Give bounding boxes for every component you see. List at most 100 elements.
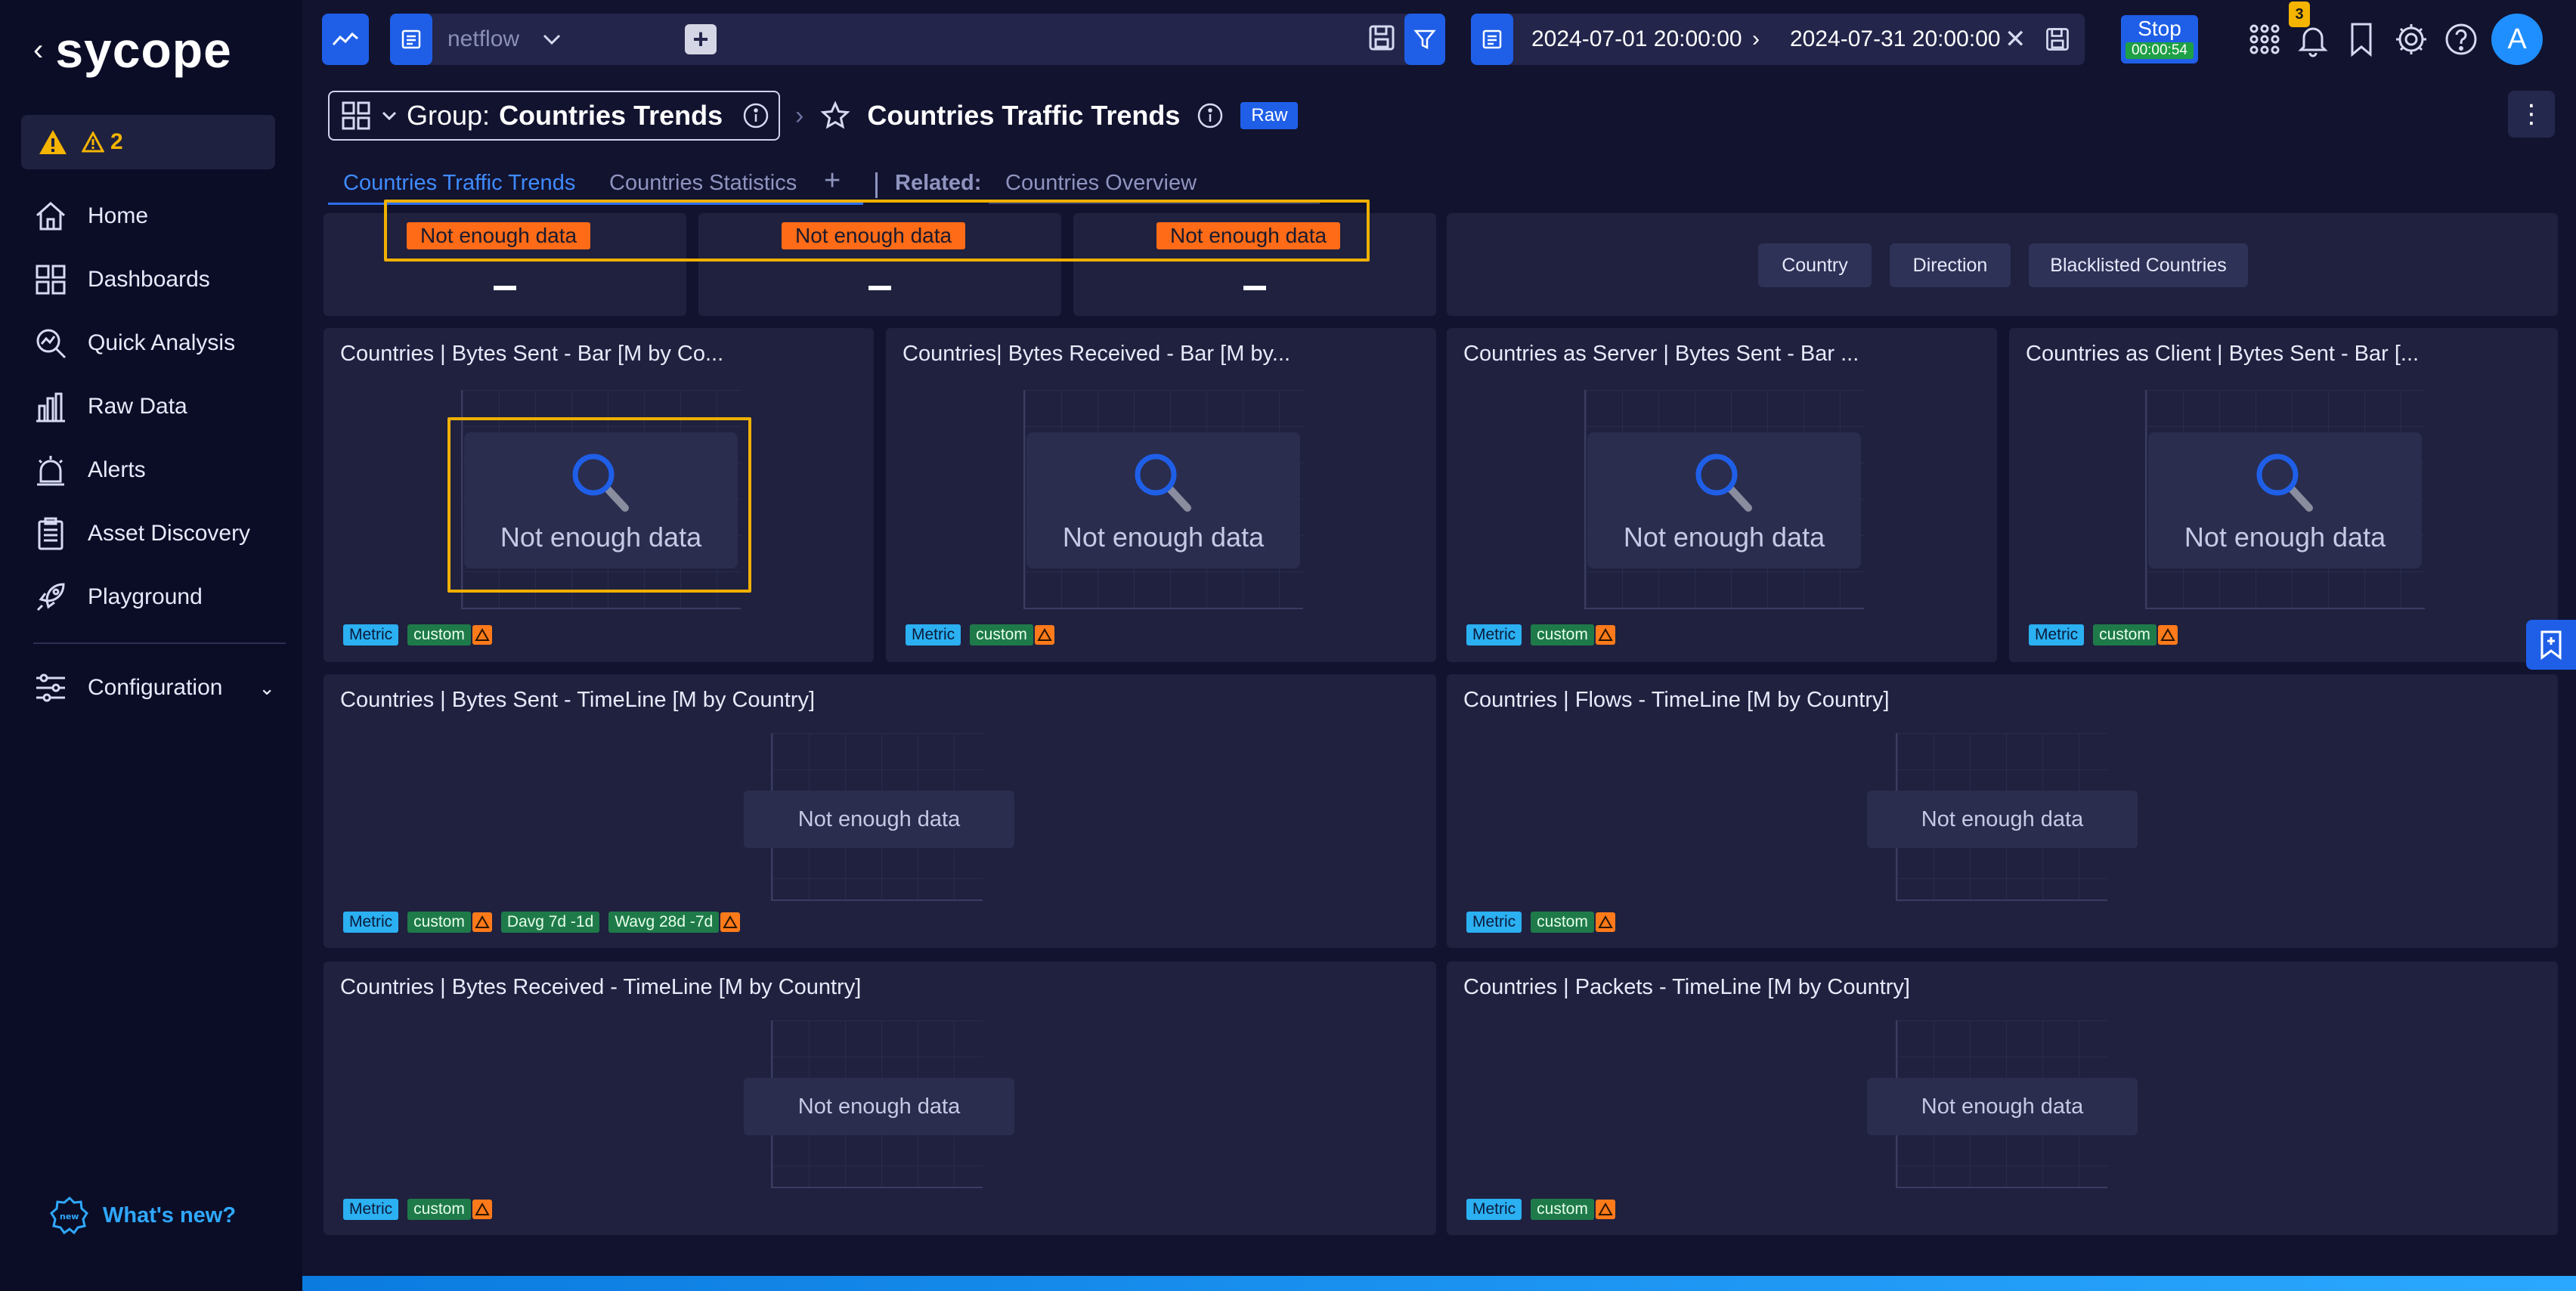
- alarm-icon: [37, 456, 64, 486]
- davg-tag: Davg 7d -1d: [500, 912, 600, 933]
- related-dashboard-link[interactable]: Countries Overview: [1005, 171, 1197, 196]
- widget-client-bytes-sent-bar[interactable]: Countries as Client | Bytes Sent - Bar […: [2009, 328, 2558, 662]
- filter-panel: Country Direction Blacklisted Countries: [1447, 213, 2558, 316]
- warning-icon: [1595, 912, 1615, 932]
- info-icon[interactable]: [1197, 102, 1224, 129]
- nav-item-raw-data[interactable]: Raw Data: [33, 375, 290, 438]
- save-time-icon[interactable]: [2044, 26, 2071, 53]
- metric-tag: Metric: [1466, 1199, 1522, 1220]
- nav-item-configuration[interactable]: Configuration ⌄: [33, 656, 275, 720]
- custom-tag: custom: [1531, 624, 1594, 646]
- save-query-icon[interactable]: [1367, 23, 1397, 53]
- nav-label: Playground: [88, 584, 203, 609]
- widget-tags: Metric custom: [343, 624, 492, 646]
- side-bookmark-button[interactable]: [2526, 620, 2576, 670]
- widget-title: Countries as Client | Bytes Sent - Bar […: [2026, 342, 2420, 366]
- widget-packets-timeline[interactable]: Countries | Packets - TimeLine [M by Cou…: [1447, 961, 2558, 1235]
- raw-badge: Raw: [1240, 102, 1299, 129]
- not-enough-data-placeholder: Not enough data: [1867, 791, 2138, 848]
- whats-new-link[interactable]: new What's new?: [50, 1196, 236, 1235]
- analysis-mode-button[interactable]: [322, 14, 369, 65]
- nav-label: Configuration: [88, 675, 223, 700]
- user-avatar[interactable]: A: [2491, 14, 2543, 65]
- back-chevron-icon[interactable]: ‹: [33, 33, 43, 67]
- warning-icon: [1034, 625, 1054, 645]
- not-enough-data-placeholder: Not enough data: [2148, 432, 2422, 568]
- widget-server-bytes-sent-bar[interactable]: Countries as Server | Bytes Sent - Bar .…: [1447, 328, 1997, 662]
- widget-title: Countries | Packets - TimeLine [M by Cou…: [1463, 975, 1910, 999]
- chevron-down-icon: ⌄: [259, 676, 275, 699]
- widget-bytes-received-bar[interactable]: Countries| Bytes Received - Bar [M by...…: [886, 328, 1436, 662]
- not-enough-data-placeholder: Not enough data: [744, 791, 1014, 848]
- tab-countries-traffic-trends[interactable]: Countries Traffic Trends: [343, 171, 575, 196]
- sidebar: ‹ sycope 2 Home Dashboards Quick Analysi…: [0, 0, 302, 1291]
- time-range-picker[interactable]: 2024-07-01 20:00:00 › 2024-07-31 20:00:0…: [1471, 14, 2085, 65]
- source-query-bar[interactable]: netflow +: [390, 14, 1445, 65]
- widget-flows-timeline[interactable]: Countries | Flows - TimeLine [M by Count…: [1447, 674, 2558, 948]
- page-title: Countries Traffic Trends: [867, 100, 1181, 131]
- add-tab-icon[interactable]: +: [824, 165, 841, 197]
- custom-tag: custom: [970, 624, 1033, 646]
- help-icon[interactable]: [2443, 21, 2479, 57]
- warning-outline-icon: [82, 132, 104, 153]
- not-enough-data-placeholder: Not enough data: [1026, 432, 1300, 568]
- metric-tag: Metric: [2029, 624, 2085, 646]
- widget-tags: Metric custom: [1466, 912, 1615, 933]
- stat-value-dash: [1243, 286, 1266, 290]
- filter-country-button[interactable]: Country: [1758, 243, 1872, 287]
- time-from[interactable]: 2024-07-01 20:00:00: [1531, 14, 1742, 65]
- source-selector-button[interactable]: [390, 14, 432, 65]
- quick-analysis-icon: [36, 329, 67, 359]
- filter-direction-button[interactable]: Direction: [1890, 243, 2011, 287]
- warning-icon: [1595, 1200, 1615, 1219]
- widget-bytes-received-timeline[interactable]: Countries | Bytes Received - TimeLine [M…: [324, 961, 1436, 1235]
- stop-label: Stop: [2138, 17, 2181, 40]
- nav-item-quick-analysis[interactable]: Quick Analysis: [33, 311, 290, 375]
- info-icon[interactable]: [742, 102, 769, 129]
- badge-new-icon: new: [50, 1196, 88, 1235]
- stop-button[interactable]: Stop 00:00:54: [2121, 15, 2198, 63]
- apps-grid-icon[interactable]: [2246, 21, 2283, 57]
- clear-time-icon[interactable]: ✕: [2005, 14, 2026, 65]
- logo[interactable]: ‹ sycope: [33, 21, 232, 79]
- bottom-progress-bar: [302, 1276, 2576, 1291]
- filter-button[interactable]: [1404, 14, 1445, 65]
- dashboards-icon: [342, 101, 370, 130]
- source-dropdown[interactable]: netflow: [447, 14, 562, 65]
- add-source-button[interactable]: +: [685, 23, 717, 54]
- warning-icon: [472, 912, 492, 932]
- not-enough-data-text: Not enough data: [1062, 522, 1265, 553]
- more-options-button[interactable]: ⋮: [2508, 91, 2555, 138]
- widget-title: Countries | Bytes Sent - Bar [M by Co...: [340, 342, 724, 366]
- widget-bytes-sent-timeline[interactable]: Countries | Bytes Sent - TimeLine [M by …: [324, 674, 1436, 948]
- whats-new-label: What's new?: [103, 1203, 237, 1228]
- bookmark-icon[interactable]: [2343, 21, 2379, 57]
- stat-value-dash: [868, 286, 891, 290]
- alerts-indicator[interactable]: 2: [21, 115, 275, 169]
- warning-icon: [472, 1200, 492, 1219]
- highlight-box-bar: [447, 417, 751, 593]
- top-bar: netflow + 2024-07-01 20:00:00 › 2024-07-…: [302, 0, 2576, 79]
- tabs-divider: [875, 172, 878, 198]
- time-to[interactable]: 2024-07-31 20:00:00: [1790, 14, 2001, 65]
- not-enough-data-text: Not enough data: [2184, 522, 2386, 553]
- tab-countries-statistics[interactable]: Countries Statistics: [609, 171, 797, 196]
- nav-item-home[interactable]: Home: [33, 184, 290, 248]
- filter-blacklisted-countries-button[interactable]: Blacklisted Countries: [2029, 243, 2248, 287]
- nav-item-playground[interactable]: Playground: [33, 565, 290, 629]
- calendar-button[interactable]: [1471, 14, 1513, 65]
- sliders-icon: [36, 673, 65, 702]
- nav-item-alerts[interactable]: Alerts: [33, 438, 290, 502]
- widget-tags: Metric custom Davg 7d -1d Wavg 28d -7d: [343, 912, 741, 933]
- nav-item-asset-discovery[interactable]: Asset Discovery: [33, 502, 290, 565]
- logo-wordmark: sycope: [55, 22, 232, 78]
- dashboard-group-selector[interactable]: Group: Countries Trends: [328, 91, 780, 141]
- rocket-icon: [36, 583, 65, 611]
- nav-item-dashboards[interactable]: Dashboards: [33, 248, 290, 311]
- home-icon: [36, 201, 65, 231]
- star-icon[interactable]: [820, 101, 850, 131]
- gear-icon[interactable]: [2393, 21, 2429, 57]
- metric-tag: Metric: [1466, 912, 1522, 933]
- warning-icon: [2157, 625, 2178, 645]
- metric-tag: Metric: [1466, 624, 1522, 646]
